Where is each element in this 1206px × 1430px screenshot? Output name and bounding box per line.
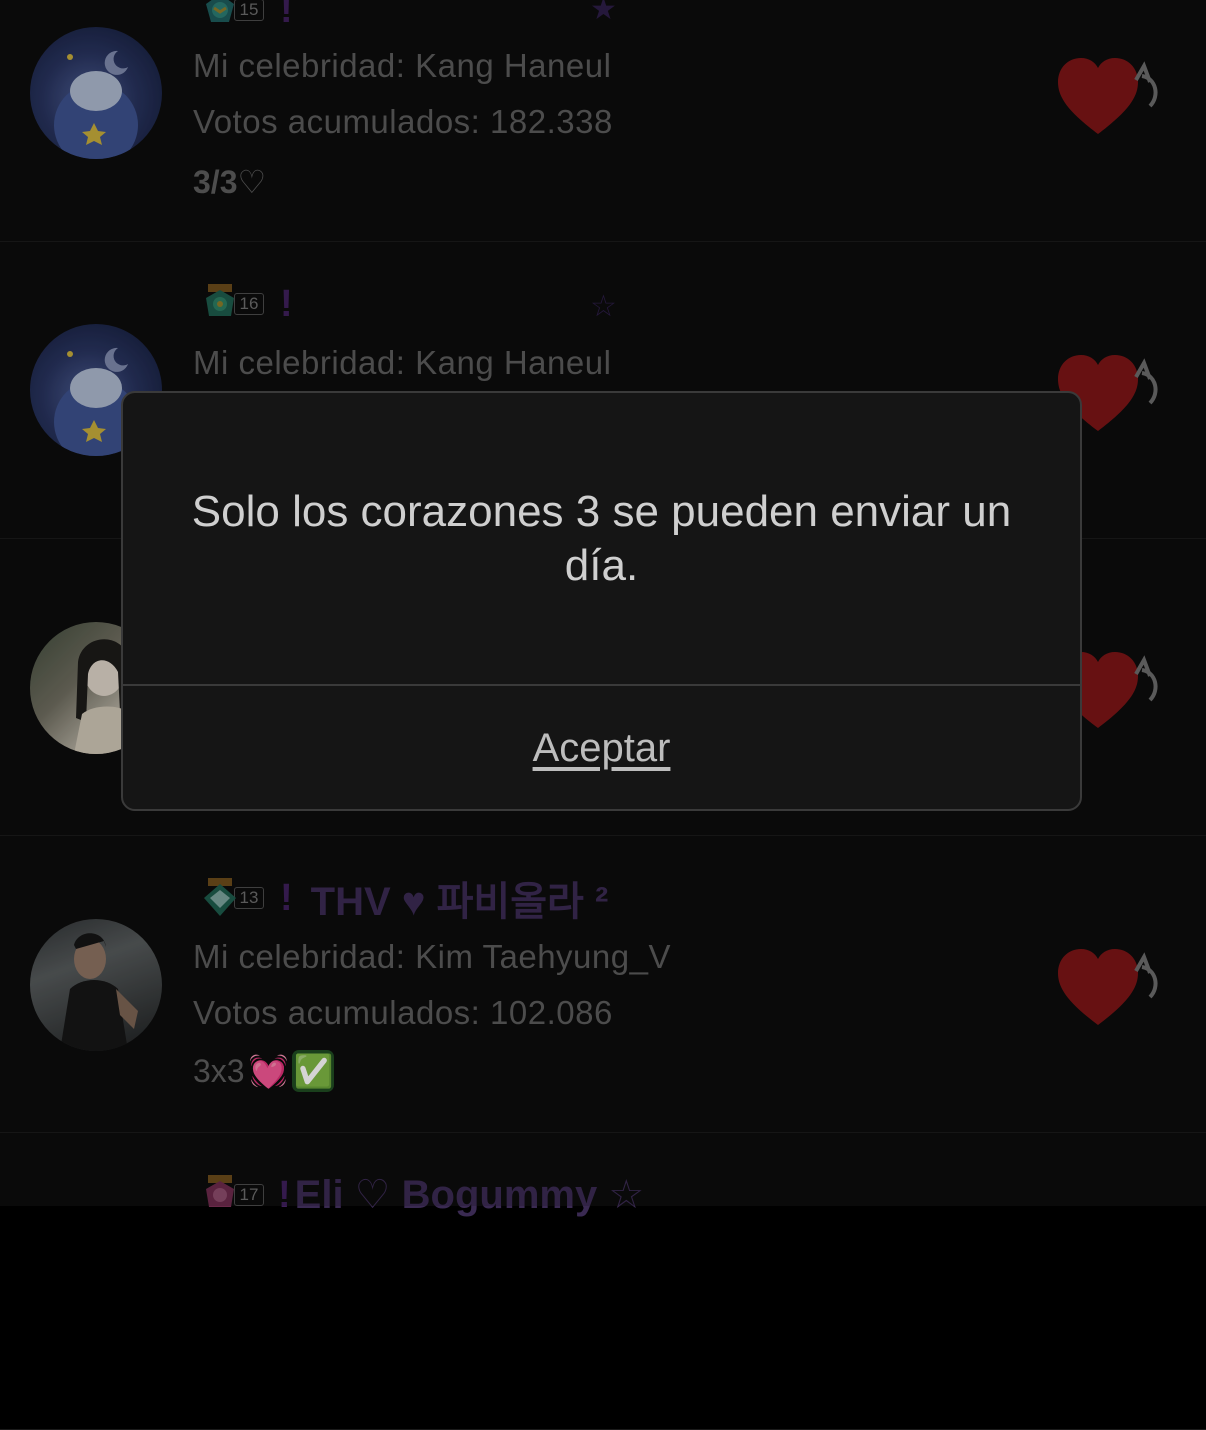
dialog-message: Solo los corazones 3 se pueden enviar un… <box>191 487 1012 590</box>
accept-button[interactable]: Aceptar <box>123 686 1080 811</box>
alert-dialog: Solo los corazones 3 se pueden enviar un… <box>121 391 1082 811</box>
